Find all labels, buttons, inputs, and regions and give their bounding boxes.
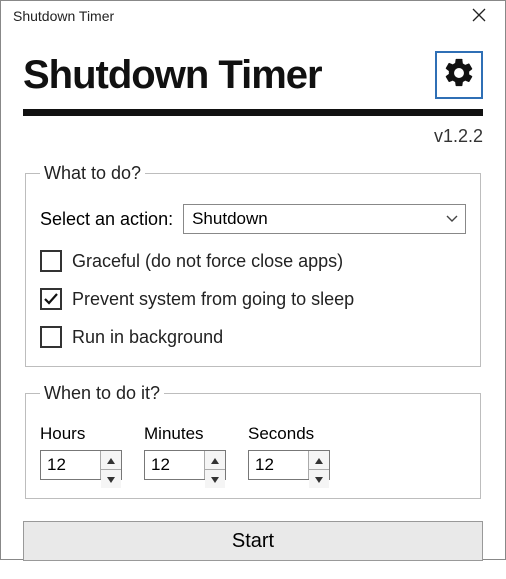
caret-down-icon — [211, 470, 219, 488]
seconds-up[interactable] — [309, 451, 329, 470]
what-to-do-group: What to do? Select an action: Shutdown G… — [25, 163, 481, 367]
close-button[interactable] — [459, 1, 499, 31]
hours-label: Hours — [40, 424, 122, 444]
graceful-checkbox[interactable] — [40, 250, 62, 272]
minutes-label: Minutes — [144, 424, 226, 444]
minutes-spinner[interactable]: 12 — [144, 450, 226, 480]
seconds-column: Seconds 12 — [248, 424, 330, 480]
gear-icon — [442, 56, 476, 95]
select-action-label: Select an action: — [40, 209, 173, 230]
graceful-checkbox-row[interactable]: Graceful (do not force close apps) — [40, 250, 466, 272]
run-background-label: Run in background — [72, 327, 223, 348]
what-to-do-legend: What to do? — [40, 163, 145, 184]
minutes-column: Minutes 12 — [144, 424, 226, 480]
app-title: Shutdown Timer — [23, 53, 322, 98]
start-button[interactable]: Start — [23, 521, 483, 561]
caret-down-icon — [107, 470, 115, 488]
hours-column: Hours 12 — [40, 424, 122, 480]
minutes-up[interactable] — [205, 451, 225, 470]
header-row: Shutdown Timer — [23, 51, 483, 99]
prevent-sleep-checkbox[interactable] — [40, 288, 62, 310]
action-row: Select an action: Shutdown — [40, 204, 466, 234]
content-area: Shutdown Timer v1.2.2 What to do? Select… — [1, 31, 505, 579]
action-select[interactable]: Shutdown — [183, 204, 466, 234]
caret-up-icon — [107, 451, 115, 469]
seconds-spinner[interactable]: 12 — [248, 450, 330, 480]
app-window: Shutdown Timer Shutdown Timer v1.2.2 Wha… — [0, 0, 506, 560]
minutes-value[interactable]: 12 — [145, 451, 205, 479]
hours-spinner[interactable]: 12 — [40, 450, 122, 480]
seconds-down[interactable] — [309, 470, 329, 488]
hours-down[interactable] — [101, 470, 121, 488]
header-divider — [23, 109, 483, 116]
window-title: Shutdown Timer — [13, 8, 114, 24]
when-to-do-group: When to do it? Hours 12 Minutes — [25, 383, 481, 499]
prevent-sleep-checkbox-row[interactable]: Prevent system from going to sleep — [40, 288, 466, 310]
caret-up-icon — [315, 451, 323, 469]
titlebar: Shutdown Timer — [1, 1, 505, 31]
hours-value[interactable]: 12 — [41, 451, 101, 479]
action-select-value: Shutdown — [183, 204, 466, 234]
graceful-label: Graceful (do not force close apps) — [72, 251, 343, 272]
caret-up-icon — [211, 451, 219, 469]
caret-down-icon — [315, 470, 323, 488]
run-background-checkbox-row[interactable]: Run in background — [40, 326, 466, 348]
prevent-sleep-label: Prevent system from going to sleep — [72, 289, 354, 310]
seconds-value[interactable]: 12 — [249, 451, 309, 479]
version-label: v1.2.2 — [23, 126, 483, 147]
minutes-down[interactable] — [205, 470, 225, 488]
seconds-label: Seconds — [248, 424, 330, 444]
close-icon — [472, 8, 486, 25]
settings-button[interactable] — [435, 51, 483, 99]
start-button-label: Start — [232, 530, 274, 553]
when-to-do-legend: When to do it? — [40, 383, 164, 404]
time-columns: Hours 12 Minutes 12 — [40, 424, 466, 480]
run-background-checkbox[interactable] — [40, 326, 62, 348]
hours-up[interactable] — [101, 451, 121, 470]
